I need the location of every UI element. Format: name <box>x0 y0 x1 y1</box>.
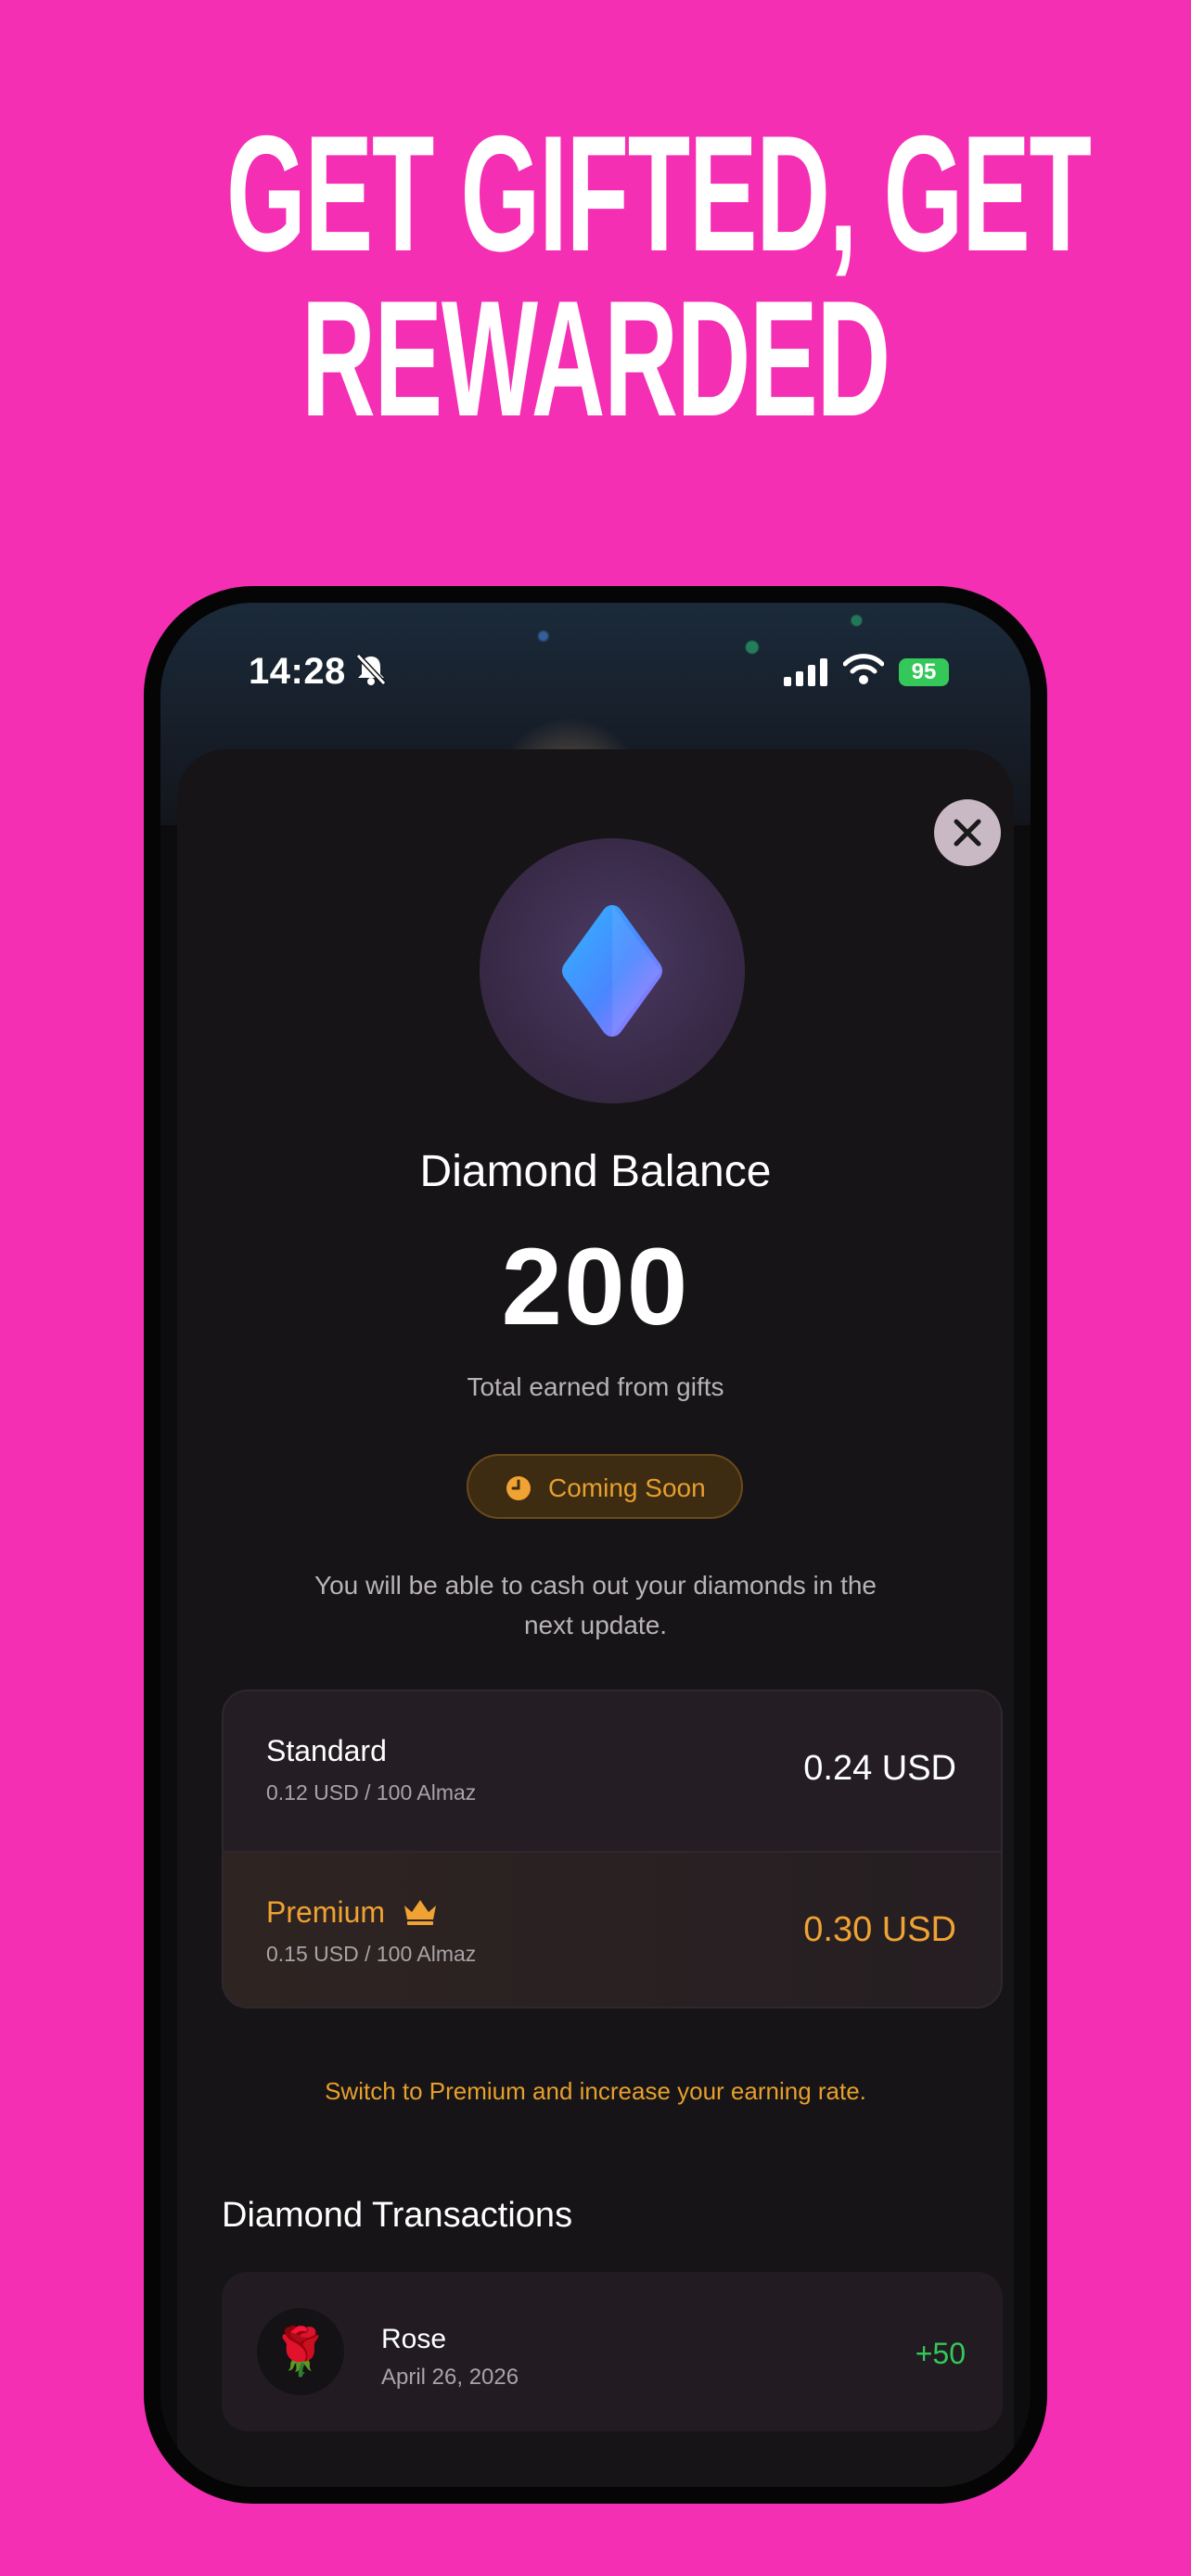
balance-title: Diamond Balance <box>419 1147 772 1196</box>
phone-screen: 14:28 95 Diamond Balance 200 Total earne… <box>160 603 1031 2487</box>
rate-name: Premium <box>266 1895 386 1929</box>
battery-charging-icon: 95 <box>899 658 949 686</box>
diamond-badge <box>480 838 745 1103</box>
earning-rates-card: Standard 0.12 USD / 100 Almaz 0.24 USD P… <box>222 1690 1003 2009</box>
marketing-headline: GET GIFTED, GET REWARDED <box>225 101 1092 451</box>
close-icon <box>954 819 981 847</box>
rate-name: Standard <box>266 1734 387 1767</box>
coming-soon-label: Coming Soon <box>548 1473 706 1502</box>
wifi-icon <box>843 654 884 684</box>
rate-detail: 0.12 USD / 100 Almaz <box>266 1780 477 1804</box>
rate-amount: 0.24 USD <box>803 1749 956 1788</box>
rate-amount: 0.30 USD <box>803 1910 956 1949</box>
signal-icon <box>784 658 827 686</box>
premium-upsell-link[interactable]: Switch to Premium and increase your earn… <box>177 2077 1014 2106</box>
diamond-balance-sheet: Diamond Balance 200 Total earned from gi… <box>177 749 1014 2487</box>
balance-subtitle: Total earned from gifts <box>467 1372 724 1401</box>
close-button[interactable] <box>934 799 1001 866</box>
transaction-amount: +50 <box>915 2337 966 2370</box>
diamond-icon <box>562 905 662 1037</box>
coming-soon-badge: Coming Soon <box>467 1454 743 1519</box>
balance-value: 200 <box>501 1226 690 1348</box>
battery-level: 95 <box>911 659 937 684</box>
headline-line-2: REWARDED <box>301 266 890 451</box>
transaction-name: Rose <box>381 2324 447 2354</box>
clock-icon <box>506 1476 531 1500</box>
transaction-date: April 26, 2026 <box>381 2365 519 2390</box>
rose-icon: 🌹 <box>257 2308 344 2395</box>
status-time: 14:28 <box>249 651 346 692</box>
rate-row-premium[interactable]: Premium 0.15 USD / 100 Almaz 0.30 USD <box>224 1851 1001 2007</box>
rate-detail: 0.15 USD / 100 Almaz <box>266 1942 477 1966</box>
transaction-row[interactable]: 🌹 Rose April 26, 2026 +50 <box>222 2272 1003 2431</box>
headline-line-1: GET GIFTED, GET <box>225 101 1092 286</box>
status-bar: 14:28 95 <box>160 603 1031 742</box>
phone-frame: 14:28 95 Diamond Balance 200 Total earne… <box>144 586 1047 2504</box>
bell-slash-icon <box>355 653 387 686</box>
transactions-heading: Diamond Transactions <box>222 2196 573 2235</box>
cashout-note: You will be able to cash out your diamon… <box>314 1571 877 1639</box>
rate-row-standard[interactable]: Standard 0.12 USD / 100 Almaz 0.24 USD <box>224 1691 1001 1851</box>
crown-icon <box>404 1900 436 1925</box>
